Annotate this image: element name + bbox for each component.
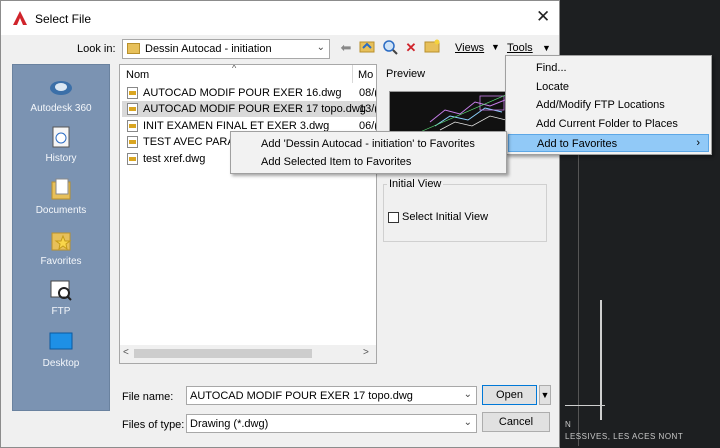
favorites-icon [51, 232, 72, 251]
menu-item-find[interactable]: Find... [508, 59, 709, 77]
chevron-down-icon[interactable]: ⌄ [464, 389, 472, 400]
place-label: Favorites [40, 256, 82, 267]
close-button[interactable]: ✕ [536, 7, 550, 27]
file-row[interactable]: AUTOCAD MODIF POUR EXER 16.dwg 08/( [122, 85, 376, 101]
cloud-icon [50, 81, 72, 95]
column-header-modified[interactable]: Mo [358, 69, 373, 81]
cancel-button[interactable]: Cancel [482, 412, 550, 432]
file-name: test xref.dwg [143, 153, 206, 165]
place-ftp[interactable]: FTP [13, 278, 109, 317]
place-label: History [45, 153, 77, 164]
open-button[interactable]: Open [482, 385, 537, 405]
views-menu-button[interactable]: Views [455, 42, 484, 54]
place-label: Documents [35, 205, 87, 216]
file-list[interactable]: ^ Nom Mo AUTOCAD MODIF POUR EXER 16.dwg … [119, 64, 377, 364]
autocad-logo-icon [13, 11, 27, 25]
column-divider[interactable] [352, 65, 353, 83]
favorites-submenu: Add 'Dessin Autocad - initiation' to Fav… [230, 131, 507, 174]
places-bar: Autodesk 360 History Documents Favorites… [12, 64, 110, 411]
column-header-name[interactable]: Nom [126, 69, 149, 81]
scroll-right-icon[interactable]: > [363, 347, 369, 358]
drawing-viewport [578, 145, 697, 446]
up-folder-icon[interactable] [358, 39, 376, 57]
place-history[interactable]: History [13, 125, 109, 164]
sort-ascending-icon: ^ [232, 64, 237, 73]
look-in-label: Look in: [77, 43, 116, 55]
file-name-label: File name: [122, 391, 174, 403]
menu-item-locate[interactable]: Locate [508, 78, 709, 96]
chevron-down-icon: ⌄ [316, 42, 325, 53]
scrollbar-thumb[interactable] [134, 349, 312, 358]
drawing-line [600, 300, 602, 420]
place-label: Desktop [42, 358, 80, 369]
file-type-value: Drawing (*.dwg) [190, 418, 269, 430]
look-in-value: Dessin Autocad - initiation [145, 43, 272, 55]
delete-icon[interactable]: ✕ [402, 39, 420, 57]
documents-icon [51, 178, 71, 200]
look-in-dropdown[interactable]: Dessin Autocad - initiation ⌄ [122, 39, 330, 59]
desktop-icon [49, 332, 73, 350]
menu-item-add-folder-to-favorites[interactable]: Add 'Dessin Autocad - initiation' to Fav… [233, 135, 504, 153]
back-arrow-icon[interactable]: ⬅ [337, 39, 355, 57]
place-desktop[interactable]: Desktop [13, 330, 109, 369]
menu-item-add-selected-to-favorites[interactable]: Add Selected Item to Favorites [233, 153, 504, 171]
caret-down-icon[interactable]: ▼ [542, 43, 551, 53]
file-name-input[interactable]: AUTOCAD MODIF POUR EXER 17 topo.dwg ⌄ [186, 386, 477, 405]
horizontal-scrollbar[interactable]: < > [120, 345, 376, 363]
file-type-dropdown[interactable]: Drawing (*.dwg) ⌄ [186, 414, 477, 433]
dwg-file-icon [127, 153, 138, 165]
initial-view-title: Initial View [387, 178, 444, 190]
history-icon [52, 126, 70, 148]
ftp-icon [50, 280, 72, 301]
caret-down-icon[interactable]: ▼ [491, 42, 500, 52]
dwg-file-icon [127, 120, 138, 132]
file-date: 13/( [359, 103, 377, 115]
submenu-arrow-icon: › [696, 137, 700, 149]
select-file-dialog: Select File ✕ Look in: Dessin Autocad - … [0, 0, 560, 448]
menu-item-add-to-favorites[interactable]: Add to Favorites › [508, 134, 709, 152]
chevron-down-icon[interactable]: ⌄ [464, 417, 472, 428]
open-options-button[interactable]: ▼ [539, 385, 551, 405]
menu-item-ftp-locations[interactable]: Add/Modify FTP Locations [508, 96, 709, 114]
preview-label: Preview [386, 68, 426, 80]
new-folder-icon[interactable] [423, 39, 441, 57]
place-label: FTP [51, 306, 71, 317]
place-label: Autodesk 360 [30, 103, 92, 114]
select-initial-view-label[interactable]: Select Initial View [402, 211, 488, 223]
preview-thumbnail [389, 91, 507, 133]
place-autodesk-360[interactable]: Autodesk 360 [13, 75, 109, 114]
file-row-selected[interactable]: AUTOCAD MODIF POUR EXER 17 topo.dwg 13/( [122, 101, 376, 117]
dwg-file-icon [127, 87, 138, 99]
drawing-text: LESSIVES, LES ACES NONT [565, 432, 684, 441]
file-name-value: AUTOCAD MODIF POUR EXER 17 topo.dwg [190, 390, 413, 402]
file-name: AUTOCAD MODIF POUR EXER 17 topo.dwg [143, 103, 366, 115]
folder-icon [127, 43, 140, 54]
scroll-left-icon[interactable]: < [123, 347, 129, 358]
select-initial-view-checkbox[interactable] [388, 212, 399, 223]
search-web-icon[interactable] [381, 39, 399, 57]
title-bar: Select File ✕ [1, 1, 559, 35]
file-type-label: Files of type: [122, 419, 185, 431]
menu-item-add-folder-to-places[interactable]: Add Current Folder to Places [508, 115, 709, 133]
drawing-preview-image [390, 92, 506, 132]
drawing-line [565, 405, 605, 406]
place-documents[interactable]: Documents [13, 177, 109, 216]
dwg-file-icon [127, 103, 138, 115]
tools-menu-button[interactable]: Tools [507, 42, 533, 54]
dialog-title: Select File [35, 12, 92, 26]
dwg-file-icon [127, 136, 138, 148]
drawing-text: N [565, 420, 571, 429]
tools-menu: Find... Locate Add/Modify FTP Locations … [505, 55, 712, 155]
file-name: AUTOCAD MODIF POUR EXER 16.dwg [143, 87, 342, 99]
place-favorites[interactable]: Favorites [13, 228, 109, 267]
file-date: 08/( [359, 87, 377, 99]
